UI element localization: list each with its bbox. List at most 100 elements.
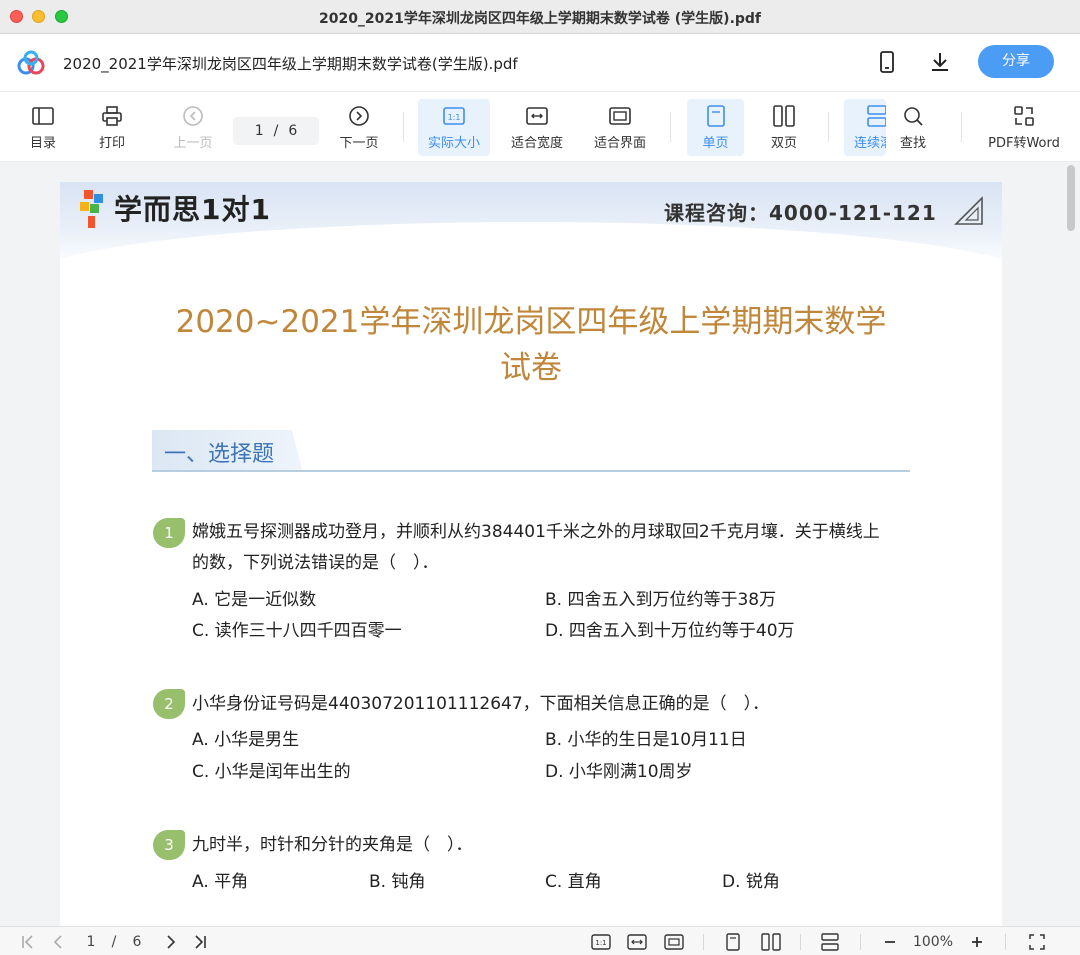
page-separator: / xyxy=(273,123,279,139)
option-c: C. 直角 xyxy=(545,872,602,892)
toc-button[interactable]: 目录 xyxy=(22,99,64,156)
share-button[interactable]: 分享 xyxy=(978,45,1054,78)
actual-size-icon[interactable]: 1:1 xyxy=(590,932,612,952)
find-button[interactable]: 查找 xyxy=(893,99,933,156)
zoom-in-icon[interactable] xyxy=(966,932,988,952)
toolbar-divider xyxy=(828,112,829,142)
fit-page-button[interactable]: 适合界面 xyxy=(588,99,652,156)
pdf-to-word-label: PDF转Word xyxy=(988,136,1060,151)
fit-width-button[interactable]: 适合宽度 xyxy=(505,99,569,156)
svg-text:1:1: 1:1 xyxy=(448,113,461,122)
convert-icon xyxy=(1013,103,1035,129)
double-page-icon xyxy=(773,103,795,129)
double-page-icon[interactable] xyxy=(760,932,782,952)
option-d: D. 小华刚满10周岁 xyxy=(545,762,693,782)
page-indicator[interactable]: 1 / 6 xyxy=(233,117,319,145)
single-page-button[interactable]: 单页 xyxy=(687,99,744,156)
next-page-button[interactable]: 下一页 xyxy=(334,99,384,156)
option-d: D. 四舍五入到十万位约等于40万 xyxy=(545,621,795,641)
document-viewer[interactable]: 学而思1对1 课程咨询：4000-121-121 2020~2021学年深圳龙岗… xyxy=(0,162,1080,926)
document-title-line1: 2020~2021学年深圳龙岗区四年级上学期期末数学 xyxy=(175,304,887,340)
document-filename: 2020_2021学年深圳龙岗区四年级上学期期末数学试卷(学生版).pdf xyxy=(63,55,518,73)
app-header: 2020_2021学年深圳龙岗区四年级上学期期末数学试卷(学生版).pdf 分享 xyxy=(0,34,1080,92)
option-a: A. 平角 xyxy=(192,872,249,892)
question-number-badge: 3 xyxy=(153,830,185,860)
status-divider xyxy=(800,934,801,950)
page-banner: 学而思1对1 课程咨询：4000-121-121 xyxy=(60,182,1002,270)
brand-name: 学而思1对1 xyxy=(114,193,271,226)
option-c: C. 读作三十八四千四百零一 xyxy=(192,621,402,641)
option-a: A. 小华是男生 xyxy=(192,730,300,750)
status-bar: 1 / 6 1:1 100% xyxy=(0,926,1080,955)
continuous-scroll-icon xyxy=(867,103,886,129)
actual-size-button[interactable]: 1:1 实际大小 xyxy=(418,99,490,156)
next-page-icon[interactable] xyxy=(161,932,181,952)
single-page-label: 单页 xyxy=(702,136,729,151)
continuous-scroll-label: 连续滚动 xyxy=(854,136,886,151)
status-divider xyxy=(860,934,861,950)
fit-page-label: 适合界面 xyxy=(593,136,646,151)
question-text: 九时半，时针和分针的夹角是（ ）． xyxy=(192,835,473,855)
svg-text:1:1: 1:1 xyxy=(595,939,606,947)
question-text: 的数，下列说法错误的是（ ）． xyxy=(192,553,439,573)
prev-page-button[interactable]: 上一页 xyxy=(168,99,218,156)
prev-page-label: 上一页 xyxy=(173,136,213,151)
sidebar-icon xyxy=(32,103,54,129)
print-label: 打印 xyxy=(98,136,125,151)
single-page-icon[interactable] xyxy=(722,932,744,952)
fit-page-icon[interactable] xyxy=(663,932,685,952)
prev-page-icon[interactable] xyxy=(48,932,68,952)
ruler-triangle-icon xyxy=(954,196,983,225)
continuous-scroll-icon[interactable] xyxy=(819,932,841,952)
toc-label: 目录 xyxy=(29,136,56,151)
fit-width-icon[interactable] xyxy=(626,932,648,952)
pdf-to-word-button[interactable]: PDF转Word xyxy=(982,99,1066,156)
current-page-input[interactable]: 1 xyxy=(255,123,264,139)
fullscreen-icon[interactable] xyxy=(1026,932,1048,952)
option-b: B. 小华的生日是10月11日 xyxy=(545,730,747,750)
double-page-label: 双页 xyxy=(770,136,797,151)
vertical-scrollbar[interactable] xyxy=(1067,165,1075,231)
double-page-button[interactable]: 双页 xyxy=(760,99,808,156)
single-page-icon xyxy=(706,103,725,129)
fit-page-icon xyxy=(609,103,631,129)
continuous-scroll-button[interactable]: 连续滚动 xyxy=(844,99,886,156)
toolbar: 目录 打印 上一页 下一页 1:1 实际大小 适合宽度 适合界面 单页 双页 连… xyxy=(0,92,1080,162)
app-logo-icon xyxy=(16,50,46,76)
option-c: C. 小华是闰年出生的 xyxy=(192,762,351,782)
find-label: 查找 xyxy=(899,136,926,151)
printer-icon xyxy=(101,103,123,129)
search-icon xyxy=(902,103,924,129)
print-button[interactable]: 打印 xyxy=(91,99,133,156)
status-divider xyxy=(1005,934,1006,950)
status-divider xyxy=(703,934,704,950)
brand-mark-icon xyxy=(80,190,103,228)
pdf-page: 学而思1对1 课程咨询：4000-121-121 2020~2021学年深圳龙岗… xyxy=(60,182,1002,926)
actual-size-label: 实际大小 xyxy=(427,136,480,151)
fit-width-label: 适合宽度 xyxy=(510,136,563,151)
window-titlebar: 2020_2021学年深圳龙岗区四年级上学期期末数学试卷 (学生版).pdf xyxy=(0,0,1080,34)
question-number-badge: 1 xyxy=(153,518,185,548)
chevron-right-circle-icon xyxy=(348,103,370,129)
option-d: D. 锐角 xyxy=(722,872,780,892)
status-separator: / xyxy=(111,934,117,950)
fit-width-icon xyxy=(526,103,548,129)
option-b: B. 钝角 xyxy=(369,872,426,892)
first-page-icon[interactable] xyxy=(18,932,38,952)
next-page-label: 下一页 xyxy=(339,136,379,151)
status-current-page[interactable]: 1 xyxy=(80,932,102,952)
section-title: 一、选择题 xyxy=(164,442,275,467)
toolbar-divider xyxy=(670,112,671,142)
section-heading: 一、选择题 xyxy=(152,430,910,472)
zoom-level[interactable]: 100% xyxy=(908,932,958,952)
question-number-badge: 2 xyxy=(153,689,185,719)
question-text: 嫦娥五号探测器成功登月，并顺利从约384401千米之外的月球取回2千克月壤．关于… xyxy=(192,522,880,542)
question-text: 小华身份证号码是440307201101112647，下面相关信息正确的是（ ）… xyxy=(192,694,770,714)
last-page-icon[interactable] xyxy=(190,932,210,952)
zoom-out-icon[interactable] xyxy=(879,932,901,952)
option-b: B. 四舍五入到万位约等于38万 xyxy=(545,590,777,610)
brand-logo: 学而思1对1 xyxy=(78,186,271,230)
mobile-icon[interactable] xyxy=(874,49,900,75)
total-pages: 6 xyxy=(288,123,298,139)
download-icon[interactable] xyxy=(927,49,953,75)
